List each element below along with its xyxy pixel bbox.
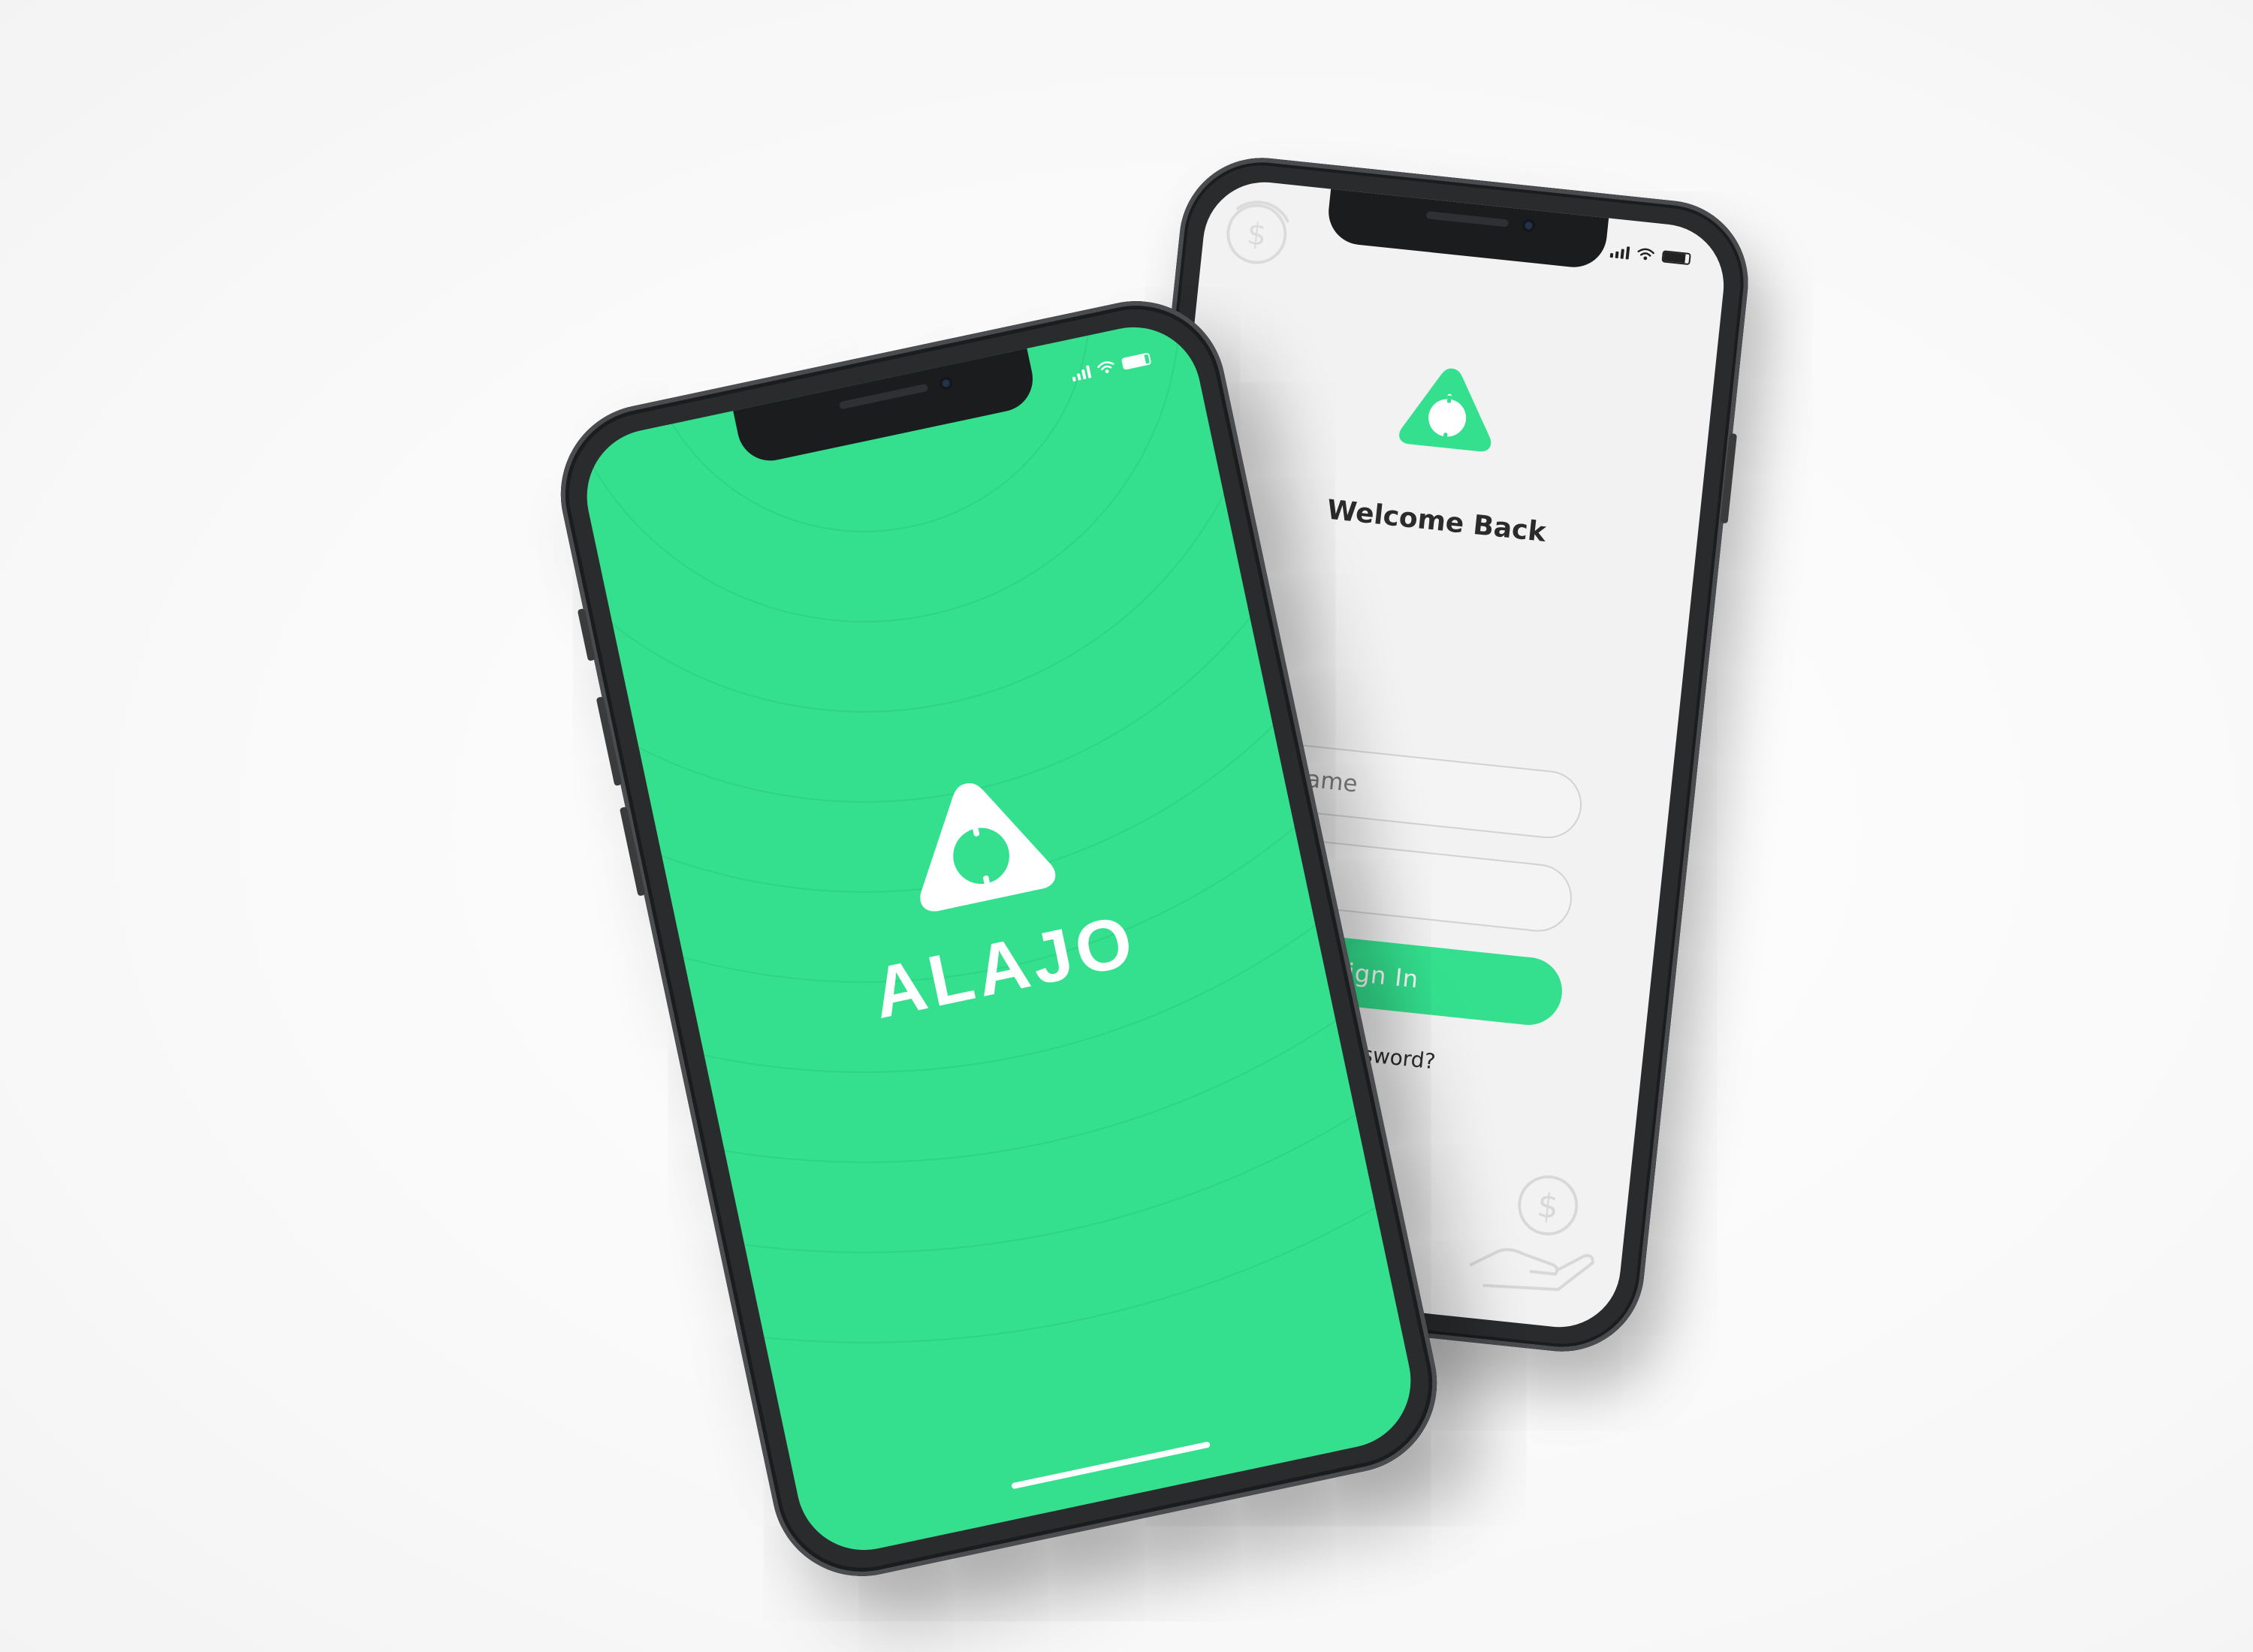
power-button: [1720, 433, 1738, 524]
front-camera: [1521, 218, 1537, 234]
notch: [1325, 187, 1609, 271]
front-camera: [938, 375, 955, 392]
speaker: [1425, 211, 1510, 228]
volume-up-button: [596, 696, 623, 786]
hand-coin-icon: $: [1469, 1175, 1594, 1292]
coin-refresh-icon: $: [1226, 200, 1290, 264]
status-bar: [1609, 244, 1691, 266]
signal-icon: [1609, 244, 1630, 260]
speaker: [838, 383, 929, 410]
volume-down-button: [619, 806, 646, 897]
battery-icon: [1661, 250, 1691, 266]
wifi-icon: [1637, 248, 1654, 261]
svg-text:$: $: [1536, 1186, 1561, 1227]
mockup-stage: $ Welcome Back Username Sign In password…: [0, 0, 2253, 1652]
mute-switch: [577, 608, 596, 662]
app-logo-icon: [1399, 368, 1491, 452]
svg-text:$: $: [1245, 216, 1268, 252]
